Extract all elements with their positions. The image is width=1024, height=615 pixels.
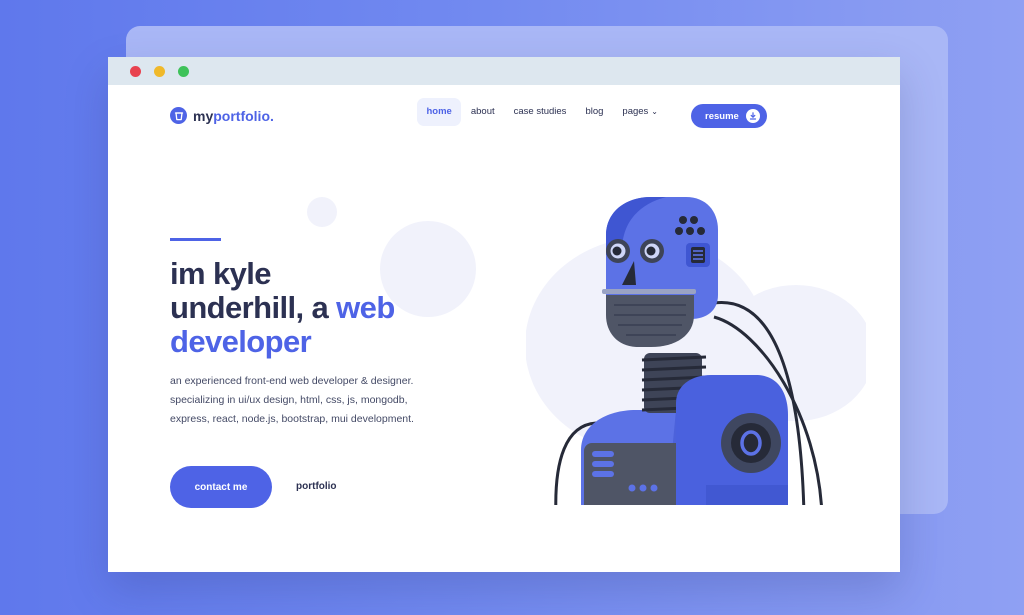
window-titlebar: [108, 57, 900, 85]
cup-icon: [170, 107, 187, 124]
robot-illustration: [526, 197, 866, 505]
hero-title: im kyle underhill, a web developer: [170, 257, 500, 359]
hero-title-accent-web: web: [336, 290, 395, 325]
hero-title-line-2: underhill, a: [170, 290, 337, 325]
minimize-window-button[interactable]: [154, 65, 165, 77]
close-window-button[interactable]: [130, 65, 141, 77]
nav-item-home[interactable]: home: [417, 98, 462, 126]
resume-button[interactable]: resume: [691, 104, 767, 128]
nav-item-about[interactable]: about: [461, 98, 504, 126]
nav-item-pages[interactable]: pages ⌄: [613, 98, 668, 126]
logo-text: my: [193, 107, 214, 124]
hero-title-accent-developer: developer: [170, 324, 312, 359]
main-navigation: home about case studies blog pages ⌄: [417, 98, 668, 126]
decorative-bubble-small: [307, 197, 337, 227]
resume-button-label: resume: [705, 110, 739, 122]
nav-item-pages-label: pages: [622, 106, 649, 117]
chevron-down-icon: ⌄: [651, 107, 658, 116]
contact-me-button[interactable]: contact me: [170, 466, 272, 508]
nav-item-case-studies[interactable]: case studies: [504, 98, 576, 126]
site-logo[interactable]: myportfolio.: [170, 107, 274, 124]
portfolio-link[interactable]: portfolio: [296, 481, 337, 492]
hero-description: an experienced front-end web developer &…: [170, 375, 414, 425]
hero-accent-line: [170, 238, 221, 241]
browser-window: myportfolio. home about case studies blo…: [108, 57, 900, 572]
download-icon: [746, 109, 760, 123]
nav-item-blog[interactable]: blog: [576, 98, 613, 126]
maximize-window-button[interactable]: [178, 65, 189, 77]
logo-text-accent: portfolio.: [213, 107, 274, 124]
hero-title-line-1: im kyle: [170, 256, 272, 291]
